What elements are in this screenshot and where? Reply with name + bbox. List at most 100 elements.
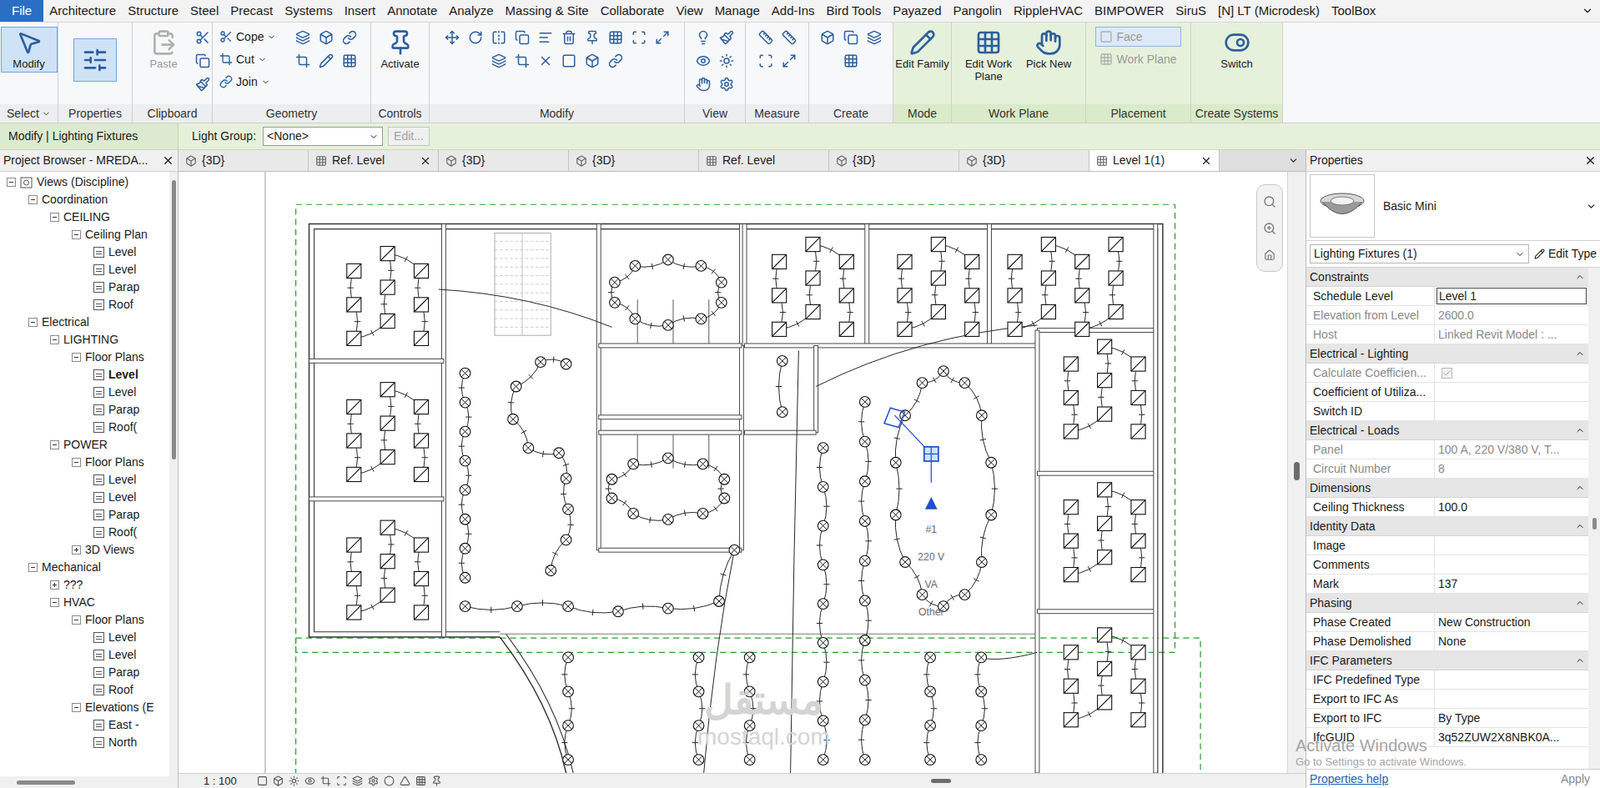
recessed-light-fixture[interactable] (1097, 661, 1112, 676)
browser-item[interactable]: Floor Plans (0, 611, 170, 629)
ribbon-tool[interactable] (316, 28, 336, 47)
recessed-light-fixture[interactable] (1041, 236, 1056, 252)
downlight-fixture[interactable] (859, 754, 871, 766)
recessed-light-fixture[interactable] (347, 467, 362, 482)
downlight-fixture[interactable] (663, 514, 675, 526)
browser-item[interactable]: Level (0, 488, 170, 507)
property-row[interactable]: Mark137 (1306, 574, 1589, 594)
recessed-light-fixture[interactable] (1108, 271, 1123, 286)
downlight-fixture[interactable] (563, 503, 574, 515)
recessed-light-fixture[interactable] (839, 322, 854, 337)
downlight-fixture[interactable] (729, 544, 740, 556)
downlight-fixture[interactable] (459, 367, 471, 379)
browser-item[interactable]: ??? (0, 576, 170, 594)
downlight-fixture[interactable] (976, 557, 987, 569)
recessed-light-fixture[interactable] (1063, 679, 1078, 694)
property-row[interactable]: Calculate Coefficien... (1306, 363, 1589, 383)
menu-tab[interactable]: Architecture (43, 0, 122, 22)
recessed-light-fixture[interactable] (380, 246, 395, 262)
downlight-fixture[interactable] (563, 754, 574, 766)
wire[interactable] (465, 606, 518, 614)
expander-icon[interactable] (28, 317, 38, 328)
recessed-light-fixture[interactable] (380, 450, 395, 465)
wire[interactable] (865, 600, 872, 641)
recessed-light-fixture[interactable] (1041, 271, 1056, 286)
view-tab[interactable]: {3D} (568, 150, 700, 172)
wire[interactable] (894, 415, 906, 463)
ribbon-tool[interactable] (865, 28, 884, 47)
downlight-fixture[interactable] (916, 377, 928, 389)
fixture-tag[interactable]: #1220 VVAOther (917, 523, 946, 619)
ribbon-tool[interactable] (717, 28, 736, 47)
recessed-light-fixture[interactable] (1063, 390, 1078, 405)
downlight-fixture[interactable] (459, 397, 471, 408)
recessed-light-fixture[interactable] (1131, 390, 1146, 405)
recessed-light-fixture[interactable] (1108, 304, 1123, 319)
downlight-fixture[interactable] (938, 366, 950, 378)
recessed-light-fixture[interactable] (413, 263, 428, 278)
menu-tab[interactable]: ToolBox (1325, 0, 1382, 22)
property-row[interactable]: Comments (1306, 555, 1589, 575)
tabs-menu[interactable] (1281, 150, 1306, 172)
downlight-fixture[interactable] (900, 557, 911, 569)
browser-item[interactable]: Parap (0, 664, 170, 682)
downlight-fixture[interactable] (693, 720, 705, 732)
expander-icon[interactable] (71, 457, 81, 468)
expander-icon[interactable] (71, 703, 81, 713)
recessed-light-fixture[interactable] (1063, 568, 1078, 583)
downlight-fixture[interactable] (817, 715, 829, 727)
ribbon-tool[interactable] (717, 51, 736, 71)
recessed-light-fixture[interactable] (1131, 645, 1146, 660)
view-control-icon[interactable] (415, 775, 427, 787)
downlight-fixture[interactable] (817, 598, 829, 610)
wheel-icon[interactable] (1262, 195, 1277, 209)
property-row[interactable]: Export to IFCBy Type (1306, 709, 1589, 729)
recessed-light-fixture[interactable] (1007, 254, 1022, 269)
view-control-icon[interactable] (336, 775, 348, 787)
menu-tab[interactable]: Massing & Site (499, 0, 595, 22)
downlight-fixture[interactable] (695, 261, 707, 272)
ribbon-tool[interactable] (293, 28, 312, 47)
browser-item[interactable]: Level (0, 366, 170, 384)
property-row[interactable]: Image (1306, 536, 1589, 556)
downlight-fixture[interactable] (697, 508, 709, 520)
ribbon-tool[interactable] (536, 28, 555, 47)
downlight-fixture[interactable] (523, 442, 534, 454)
menu-tab[interactable]: Bird Tools (820, 0, 888, 22)
property-row[interactable]: Circuit Number8 (1306, 459, 1589, 479)
ribbon-button[interactable]: Paste (135, 26, 192, 73)
browser-item[interactable]: Roof( (0, 418, 170, 437)
ribbon-toggle[interactable] (1574, 0, 1600, 22)
menu-tab[interactable]: View (669, 0, 709, 22)
wire[interactable] (823, 720, 831, 760)
recessed-light-fixture[interactable] (413, 605, 428, 620)
wire[interactable] (823, 643, 831, 683)
ribbon-tool[interactable] (694, 51, 713, 71)
ribbon-tool[interactable] (316, 51, 336, 71)
downlight-fixture[interactable] (859, 595, 871, 607)
downlight-fixture[interactable] (606, 493, 618, 504)
ribbon-button[interactable]: Edit Work Plane (960, 26, 1017, 86)
wire[interactable] (991, 462, 998, 516)
menu-tab[interactable]: Pangolin (947, 0, 1008, 22)
recessed-light-fixture[interactable] (413, 467, 428, 482)
browser-item[interactable]: Roof( (0, 523, 170, 542)
view-control-icon[interactable] (288, 775, 300, 787)
browser-item[interactable]: Ceiling Plan (0, 226, 170, 244)
downlight-fixture[interactable] (976, 410, 987, 422)
downlight-fixture[interactable] (663, 320, 675, 332)
downlight-fixture[interactable] (859, 714, 871, 726)
menu-tab[interactable]: SiruS (1169, 0, 1213, 22)
expander-icon[interactable] (50, 598, 60, 608)
recessed-light-fixture[interactable] (897, 322, 912, 337)
downlight-fixture[interactable] (859, 436, 871, 448)
downlight-fixture[interactable] (925, 720, 936, 732)
downlight-fixture[interactable] (628, 508, 639, 520)
menu-tab[interactable]: BIMPOWER (1088, 0, 1170, 22)
view-tab[interactable]: {3D} (959, 150, 1090, 172)
ribbon-tool[interactable] (653, 28, 672, 47)
downlight-fixture[interactable] (744, 686, 755, 698)
recessed-light-fixture[interactable] (380, 554, 395, 569)
downlight-fixture[interactable] (693, 686, 705, 698)
view-control-icon[interactable] (367, 775, 379, 787)
